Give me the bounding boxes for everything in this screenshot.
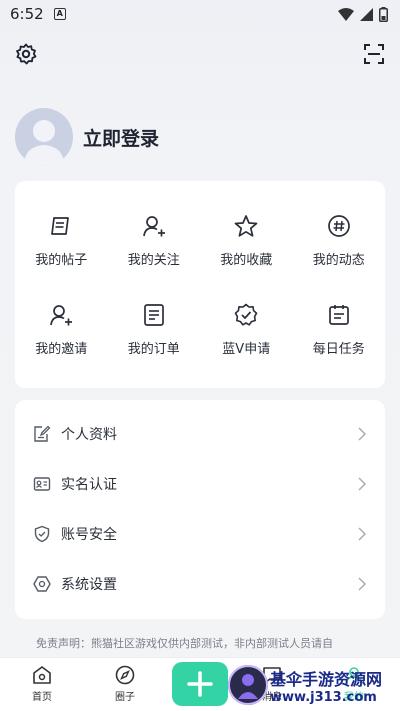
post-icon <box>51 217 70 235</box>
grid-label: 我的收藏 <box>220 253 273 268</box>
tab-circle[interactable]: 圈子 <box>103 664 147 703</box>
menu-item-profile[interactable]: 个人资料 <box>15 409 385 459</box>
menu-item-security[interactable]: 账号安全 <box>15 509 385 559</box>
hashtag-icon <box>327 215 350 237</box>
chevron-right-icon <box>358 427 367 441</box>
menu-item-system-settings[interactable]: 系统设置 <box>15 559 385 609</box>
tab-home[interactable]: 首页 <box>20 664 64 703</box>
gear-icon[interactable] <box>14 42 38 66</box>
grid-item-my-favorites[interactable]: 我的收藏 <box>200 213 293 268</box>
grid-item-blue-v-apply[interactable]: 蓝V申请 <box>200 302 293 357</box>
watermark: 基伞手游资源网 www.j313.com <box>228 660 400 710</box>
order-icon <box>143 304 164 326</box>
menu-label: 系统设置 <box>61 577 117 593</box>
grid-item-my-orders[interactable]: 我的订单 <box>108 302 201 357</box>
top-actions <box>0 42 400 66</box>
status-time: 6:52 <box>10 5 44 23</box>
home-icon <box>33 666 51 684</box>
chevron-right-icon <box>358 477 367 491</box>
watermark-title: 基伞手游资源网 <box>270 669 383 689</box>
create-post-button[interactable] <box>172 662 228 706</box>
plus-icon <box>187 671 213 697</box>
grid-item-daily-tasks[interactable]: 每日任务 <box>293 302 386 357</box>
follow-user-icon <box>142 216 165 237</box>
menu-label: 实名认证 <box>61 477 117 493</box>
grid-label: 蓝V申请 <box>222 342 271 357</box>
watermark-url: www.j313.com <box>270 689 377 705</box>
hexagon-settings-icon <box>33 576 51 592</box>
grid-label: 我的订单 <box>127 342 180 357</box>
tab-label: 圈子 <box>115 692 135 703</box>
chevron-right-icon <box>358 577 367 591</box>
menu-item-realname[interactable]: 实名认证 <box>15 459 385 509</box>
grid-label: 我的动态 <box>312 253 365 268</box>
tab-label: 首页 <box>32 692 52 703</box>
default-avatar-icon <box>23 120 65 166</box>
invite-user-icon <box>50 305 73 326</box>
verified-badge-icon <box>234 303 258 326</box>
grid-item-my-follows[interactable]: 我的关注 <box>108 213 201 268</box>
grid-item-my-invites[interactable]: 我的邀请 <box>15 302 108 357</box>
scan-icon[interactable] <box>362 42 386 66</box>
calendar-task-icon <box>328 305 349 325</box>
status-bar: 6:52 A <box>0 0 400 28</box>
grid-label: 我的帖子 <box>35 253 88 268</box>
disclaimer-text: 免责声明：熊猫社区游戏仅供内部测试，非内部测试人员请自 <box>36 637 333 650</box>
shield-icon <box>34 525 50 543</box>
grid-label: 我的邀请 <box>35 342 88 357</box>
watermark-logo <box>228 665 268 705</box>
edit-profile-icon <box>34 425 51 442</box>
star-icon <box>234 215 258 237</box>
battery-icon <box>379 6 388 22</box>
notification-icon: A <box>53 8 66 20</box>
wifi-icon <box>338 7 354 21</box>
menu-label: 个人资料 <box>61 427 117 443</box>
compass-icon <box>115 665 135 685</box>
signal-icon <box>360 7 373 21</box>
avatar[interactable] <box>15 108 73 166</box>
settings-list-card: 个人资料 实名认证 账号安全 系统设置 <box>15 400 385 619</box>
menu-label: 账号安全 <box>61 527 117 543</box>
grid-item-my-activity[interactable]: 我的动态 <box>293 213 386 268</box>
shortcut-grid-card: 我的帖子 我的关注 我的收藏 我的动态 我的邀请 我的订单 蓝V申请 每日任务 <box>15 181 385 388</box>
grid-label: 每日任务 <box>312 342 365 357</box>
id-card-icon <box>33 477 51 491</box>
profile-header[interactable]: 立即登录 <box>15 108 159 166</box>
login-link[interactable]: 立即登录 <box>83 124 159 151</box>
grid-label: 我的关注 <box>127 253 180 268</box>
grid-item-my-posts[interactable]: 我的帖子 <box>15 213 108 268</box>
chevron-right-icon <box>358 527 367 541</box>
